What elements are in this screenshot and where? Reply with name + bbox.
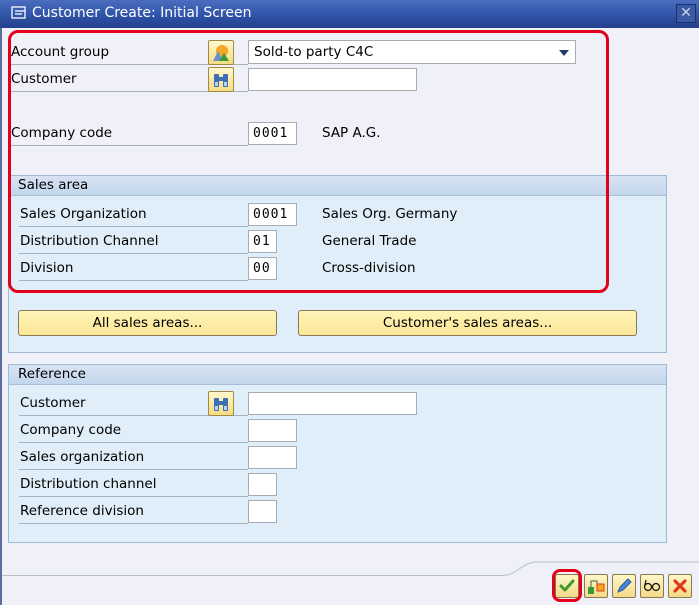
- distribution-channel-label: Distribution Channel: [20, 233, 159, 249]
- reference-title: Reference: [9, 365, 666, 385]
- sales-organization-description: Sales Org. Germany: [322, 206, 458, 222]
- customer-label: Customer: [11, 71, 77, 87]
- window-titlebar: Customer Create: Initial Screen ✕: [0, 0, 699, 28]
- sales-organization-input[interactable]: 0001: [248, 203, 297, 226]
- company-code-label: Company code: [11, 125, 113, 141]
- window-title: Customer Create: Initial Screen: [32, 5, 252, 21]
- division-description: Cross-division: [322, 260, 416, 276]
- ref-company-code-label: Company code: [20, 422, 122, 438]
- org-levels-button[interactable]: [584, 574, 608, 598]
- ref-sales-organization-input[interactable]: [248, 446, 297, 469]
- ref-customer-label: Customer: [20, 395, 86, 411]
- window-menu-icon[interactable]: [11, 6, 27, 20]
- ref-customer-input[interactable]: [248, 392, 417, 415]
- customer-input[interactable]: [248, 68, 417, 91]
- label-underline: [10, 145, 248, 146]
- close-window-button[interactable]: ✕: [676, 4, 696, 23]
- label-underline: [19, 523, 248, 524]
- account-group-value: Sold-to party C4C: [254, 44, 374, 60]
- customers-sales-areas-button[interactable]: Customer's sales areas...: [298, 310, 637, 336]
- account-group-dropdown[interactable]: Sold-to party C4C: [248, 40, 576, 64]
- division-label: Division: [20, 260, 74, 276]
- window-border: [0, 28, 2, 605]
- division-input[interactable]: 00: [248, 257, 277, 280]
- footer-divider: [2, 575, 502, 576]
- distribution-channel-input[interactable]: 01: [248, 230, 277, 253]
- highlight-annotation: [552, 569, 582, 602]
- label-underline: [19, 496, 248, 497]
- ref-distribution-channel-input[interactable]: [248, 473, 277, 496]
- pencil-icon: [617, 578, 632, 593]
- chevron-down-icon: [559, 50, 569, 56]
- sales-organization-label: Sales Organization: [20, 206, 147, 222]
- mountain-sun-icon: [213, 45, 229, 61]
- label-underline: [19, 469, 248, 470]
- ref-company-code-input[interactable]: [248, 419, 297, 442]
- ref-division-input[interactable]: [248, 500, 277, 523]
- ref-distribution-channel-label: Distribution channel: [20, 476, 157, 492]
- label-underline: [19, 226, 248, 227]
- cancel-button[interactable]: [668, 574, 692, 598]
- distribution-channel-description: General Trade: [322, 233, 417, 249]
- ref-sales-organization-label: Sales organization: [20, 449, 145, 465]
- binoculars-icon: [214, 74, 228, 87]
- ref-customer-search-button[interactable]: [208, 391, 234, 416]
- cancel-x-icon: [673, 579, 687, 593]
- company-code-description: SAP A.G.: [322, 125, 381, 141]
- binoculars-icon: [214, 398, 228, 411]
- display-button[interactable]: [640, 574, 664, 598]
- company-code-input[interactable]: 0001: [248, 122, 297, 145]
- sales-area-title: Sales area: [9, 176, 666, 196]
- edit-button[interactable]: [612, 574, 636, 598]
- customer-search-button[interactable]: [208, 67, 234, 92]
- account-group-label: Account group: [11, 44, 110, 60]
- hierarchy-icon: [588, 580, 605, 594]
- ref-division-label: Reference division: [20, 503, 144, 519]
- template-button[interactable]: [208, 40, 234, 65]
- all-sales-areas-button[interactable]: All sales areas...: [18, 310, 277, 336]
- label-underline: [19, 280, 248, 281]
- label-underline: [19, 253, 248, 254]
- label-underline: [19, 442, 248, 443]
- glasses-icon: [643, 579, 661, 592]
